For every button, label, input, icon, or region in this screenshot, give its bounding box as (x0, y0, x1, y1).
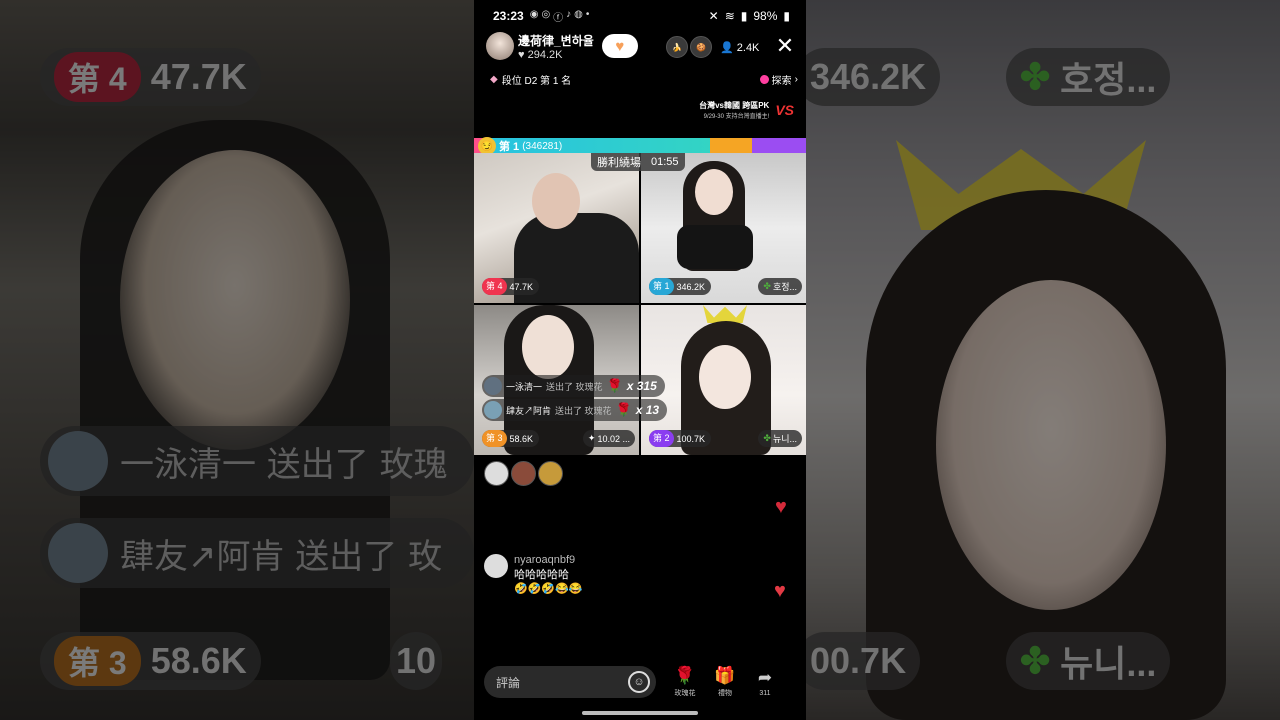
user-avatar[interactable] (484, 401, 502, 419)
top-supporter-tag[interactable]: ✤ 호정... (758, 278, 802, 295)
mute-icon: ✕ (708, 9, 719, 23)
background-tag: 10 (390, 632, 443, 690)
gift-icon: 🎁 (714, 666, 736, 685)
floating-heart-icon: ♥ (774, 580, 786, 602)
host-likes: 294.2K (527, 48, 563, 61)
rose-icon: 🌹 (674, 666, 696, 685)
live-stream-screen: 23:23 ◉ ◎ ⓕ ♪ ◍ • ✕ ≋ ▮ 98% ▮ 邊荷律_변하율 ♥ … (474, 0, 806, 720)
battery-icon: ▮ (783, 9, 790, 23)
background-gift-message: 一泳清一 送出了 玫瑰 (40, 426, 474, 496)
more-dot-icon: • (585, 8, 590, 20)
guest-video-4[interactable]: 第 2 100.7K ✤ 뉴니... (641, 305, 806, 455)
messenger-icon: ◉ (529, 8, 539, 20)
user-avatar[interactable] (484, 554, 508, 578)
facebook-icon: ⓕ (553, 12, 564, 24)
notification-icons: ◉ ◎ ⓕ ♪ ◍ • (530, 9, 590, 24)
share-button[interactable]: ➦ 311 (746, 668, 784, 697)
gift-button[interactable]: 🎁 禮物 (706, 666, 744, 698)
streamer-figure (695, 169, 733, 215)
background-gift-message: 肆友↗阿肯 送出了 玫 (40, 518, 474, 588)
chat-comment: nyaroaqnbf9 哈哈哈哈哈 🤣🤣🤣😂😂 (484, 554, 582, 595)
line-icon: ◍ (574, 8, 583, 20)
bottom-action-bar: 評論 ☺ 🌹 玫瑰花 🎁 禮物 ➦ 311 (484, 664, 796, 700)
top-supporter-tag[interactable]: ✦ 10.02 ... (582, 430, 635, 447)
host-name: 邊荷律_변하율 (518, 33, 594, 48)
heart-icon: ♥ (615, 37, 625, 55)
rank-badge: 第 2 100.7K (649, 430, 712, 447)
heart-icon: ♥ (518, 48, 525, 61)
rose-icon: 🌹 (606, 378, 623, 393)
chevron-right-icon: › (794, 74, 798, 85)
wifi-icon: ≋ (724, 9, 735, 23)
gift-message: 肆友↗阿肯 送出了 玫瑰花 🌹 x 13 (482, 399, 668, 421)
close-icon[interactable]: ✕ (774, 35, 796, 58)
pk-bar-segment (752, 138, 806, 153)
streamer-figure (677, 225, 753, 269)
background-avatar (48, 431, 108, 491)
background-avatar (48, 523, 108, 583)
comment-input[interactable]: 評論 ☺ (484, 666, 656, 698)
background-face (120, 150, 350, 450)
rank-text[interactable]: 段位 D2 第 1 名 (502, 72, 571, 87)
rank-badge: 第 1 346.2K (649, 278, 712, 295)
share-icon: ➦ (757, 667, 773, 687)
clover-icon: ✤ (1020, 640, 1051, 681)
home-indicator[interactable] (582, 711, 698, 715)
promo-banner[interactable]: 台灣vs韓國 跨區PK 9/29-30 支持台灣直播主! VS (699, 100, 794, 120)
gift-message: 一泳清一 送出了 玫瑰花 🌹 x 315 (482, 375, 665, 397)
gifter-avatar[interactable] (511, 461, 536, 486)
status-bar: 23:23 ◉ ◎ ⓕ ♪ ◍ • ✕ ≋ ▮ 98% ▮ (493, 8, 790, 24)
vs-logo: VS (775, 102, 794, 118)
host-avatar[interactable] (486, 32, 514, 60)
rank-badge: 第 4 47.7K (482, 278, 540, 295)
guest-video-1[interactable]: 第 4 47.7K (474, 153, 639, 303)
background-left-blurred: 第 4 47.7K 一泳清一 送出了 玫瑰 肆友↗阿肯 送出了 玫 第 3 58… (0, 0, 474, 720)
viewer-list[interactable]: 🍌 🍪 👤 2.4K (666, 36, 759, 58)
pk-bar-segment (710, 138, 752, 153)
rank-badge: 第 3 58.6K (482, 430, 540, 447)
host-info[interactable]: 邊荷律_변하율 ♥ 294.2K ♥ (486, 32, 638, 61)
rose-icon: 🌹 (615, 402, 632, 417)
user-avatar[interactable] (484, 377, 502, 395)
streamer-figure (522, 315, 574, 379)
background-rank-badge: 第 4 47.7K (40, 48, 261, 106)
pk-timer: 勝利繞場 01:55 (591, 153, 685, 171)
gifter-avatar[interactable] (484, 461, 509, 486)
top-supporter-tag[interactable]: ✤ 뉴니... (758, 430, 802, 447)
rank-row: ◆ 段位 D2 第 1 名 探索 › (490, 72, 798, 87)
viewer-avatar[interactable]: 🍌 (666, 36, 688, 58)
rose-button[interactable]: 🌹 玫瑰花 (666, 666, 704, 698)
viewer-count: 2.4K (736, 41, 760, 54)
floating-heart-icon: ♥ (775, 496, 787, 518)
emoji-icon[interactable]: ☺ (628, 671, 650, 693)
diamond-icon: ◆ (490, 74, 498, 85)
streamer-figure (699, 345, 751, 409)
clover-icon: ✤ (1020, 56, 1051, 97)
streamer-figure (532, 173, 580, 229)
clover-icon: ✤ (763, 433, 771, 443)
clover-icon: ✤ (763, 281, 771, 291)
background-tag: ✤ 뉴니... (1006, 632, 1171, 690)
explore-icon (759, 75, 769, 84)
background-tag: ✤ 호정... (1006, 48, 1171, 106)
person-icon: 👤 (720, 41, 734, 54)
sparkle-icon: ✦ (587, 433, 596, 443)
explore-button[interactable]: 探索 › (759, 72, 798, 87)
viewer-avatar[interactable]: 🍪 (690, 36, 712, 58)
tiktok-icon: ♪ (566, 8, 572, 20)
background-score-badge: 346.2K (806, 48, 941, 106)
follow-button[interactable]: ♥ (601, 34, 638, 58)
top-gifters[interactable] (484, 461, 563, 486)
instagram-icon: ◎ (541, 8, 551, 20)
background-score-badge: 00.7K (806, 632, 921, 690)
background-right-blurred: 346.2K ✤ 호정... 00.7K ✤ 뉴니... (806, 0, 1280, 720)
background-rank-badge: 第 3 58.6K (40, 632, 261, 690)
guest-video-2[interactable]: 第 1 346.2K ✤ 호정... (641, 153, 806, 303)
background-face (936, 280, 1166, 610)
signal-icon: ▮ (740, 9, 748, 23)
gifter-avatar[interactable] (538, 461, 563, 486)
